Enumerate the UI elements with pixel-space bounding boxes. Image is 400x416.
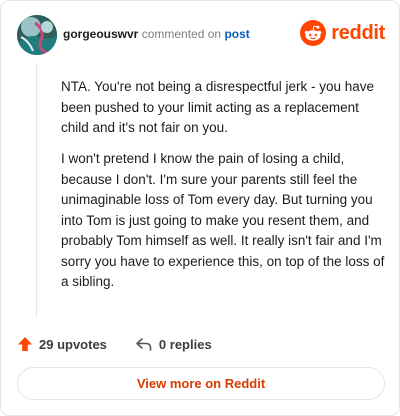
upvote-arrow-icon bbox=[18, 337, 32, 351]
view-more-button[interactable]: View more on Reddit bbox=[17, 367, 385, 400]
reddit-snoo-icon bbox=[300, 20, 327, 46]
comment-paragraph-2: I won't pretend I know the pain of losin… bbox=[61, 151, 385, 289]
comment-paragraph-1: NTA. You're not being a disrespectful je… bbox=[61, 79, 375, 135]
reddit-logo[interactable]: reddit bbox=[300, 19, 385, 47]
commented-on-text: commented on bbox=[141, 27, 222, 41]
comment-footer: 29 upvotes 0 replies bbox=[17, 331, 212, 357]
comment-body: NTA. You're not being a disrespectful je… bbox=[61, 77, 387, 303]
post-link[interactable]: post bbox=[224, 27, 249, 41]
comment-meta: gorgeouswvr commented on post bbox=[63, 27, 250, 41]
upvotes-count: 29 upvotes bbox=[39, 336, 107, 352]
reddit-wordmark: reddit bbox=[331, 21, 385, 44]
username-link[interactable]: gorgeouswvr bbox=[63, 27, 138, 41]
reply-arrow-icon bbox=[136, 338, 152, 351]
replies-count: 0 replies bbox=[158, 336, 212, 352]
replies-stat[interactable]: 0 replies bbox=[135, 336, 212, 352]
avatar-image bbox=[17, 15, 57, 55]
upvotes-stat[interactable]: 29 upvotes bbox=[17, 336, 107, 352]
comment-header: gorgeouswvr commented on post reddit bbox=[17, 15, 385, 55]
thread-line bbox=[36, 63, 37, 317]
user-avatar[interactable] bbox=[17, 15, 57, 55]
reddit-comment-embed-card: gorgeouswvr commented on post reddit NTA… bbox=[0, 0, 400, 416]
